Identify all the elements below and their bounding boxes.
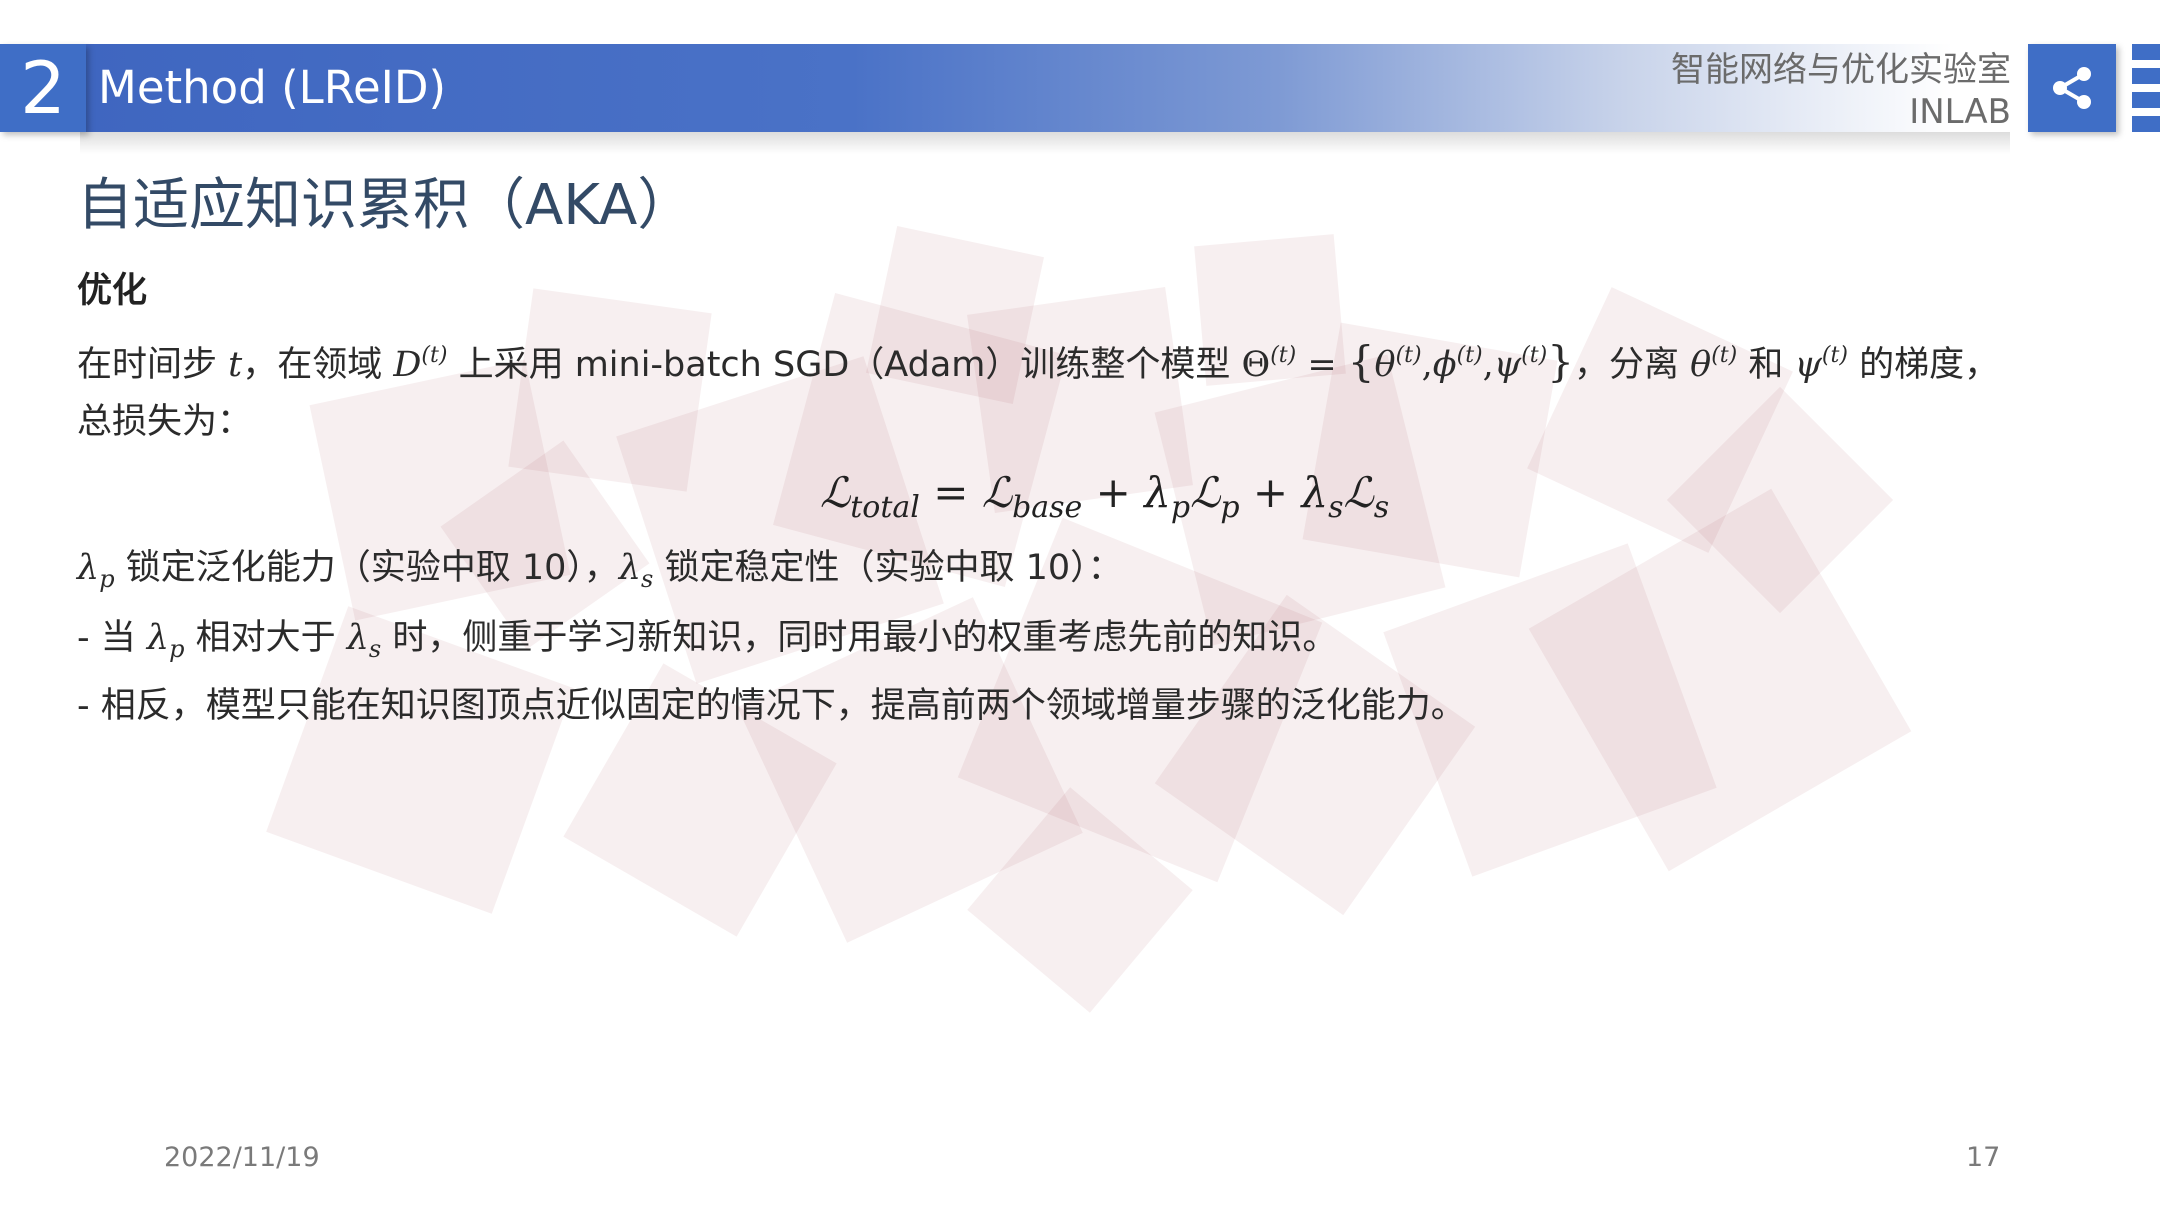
lab-name: 智能网络与优化实验室 bbox=[1671, 50, 2011, 90]
page-number: 17 bbox=[1966, 1142, 2001, 1173]
lambda-description: λp 锁定泛化能力（实验中取 10），λs 锁定稳定性（实验中取 10）： bbox=[77, 548, 1123, 593]
section-number: 2 bbox=[0, 44, 86, 132]
sub-heading: 优化 bbox=[77, 271, 148, 311]
loss-equation: ℒtotal = ℒbase + λpℒp + λsℒs bbox=[820, 468, 1390, 525]
footer-date: 2022/11/19 bbox=[164, 1142, 320, 1173]
slide-title: 自适应知识累积（AKA） bbox=[77, 173, 694, 238]
paragraph-line-1: 在时间步 t，在领域 D(t) 上采用 mini-batch SGD（Adam）… bbox=[77, 337, 2000, 386]
share-button[interactable] bbox=[2028, 44, 2116, 132]
section-title: Method (LReID) bbox=[98, 61, 447, 114]
paragraph-line-2: 总损失为： bbox=[77, 402, 253, 442]
bullet-2: - 相反，模型只能在知识图顶点近似固定的情况下，提高前两个领域增量步骤的泛化能力… bbox=[77, 686, 1466, 726]
edge-tabs bbox=[2132, 44, 2160, 132]
share-icon bbox=[2053, 67, 2091, 109]
lab-abbr: INLAB bbox=[1909, 92, 2011, 132]
bullet-1: - 当 λp 相对大于 λs 时，侧重于学习新知识，同时用最小的权重考虑先前的知… bbox=[77, 618, 1338, 663]
